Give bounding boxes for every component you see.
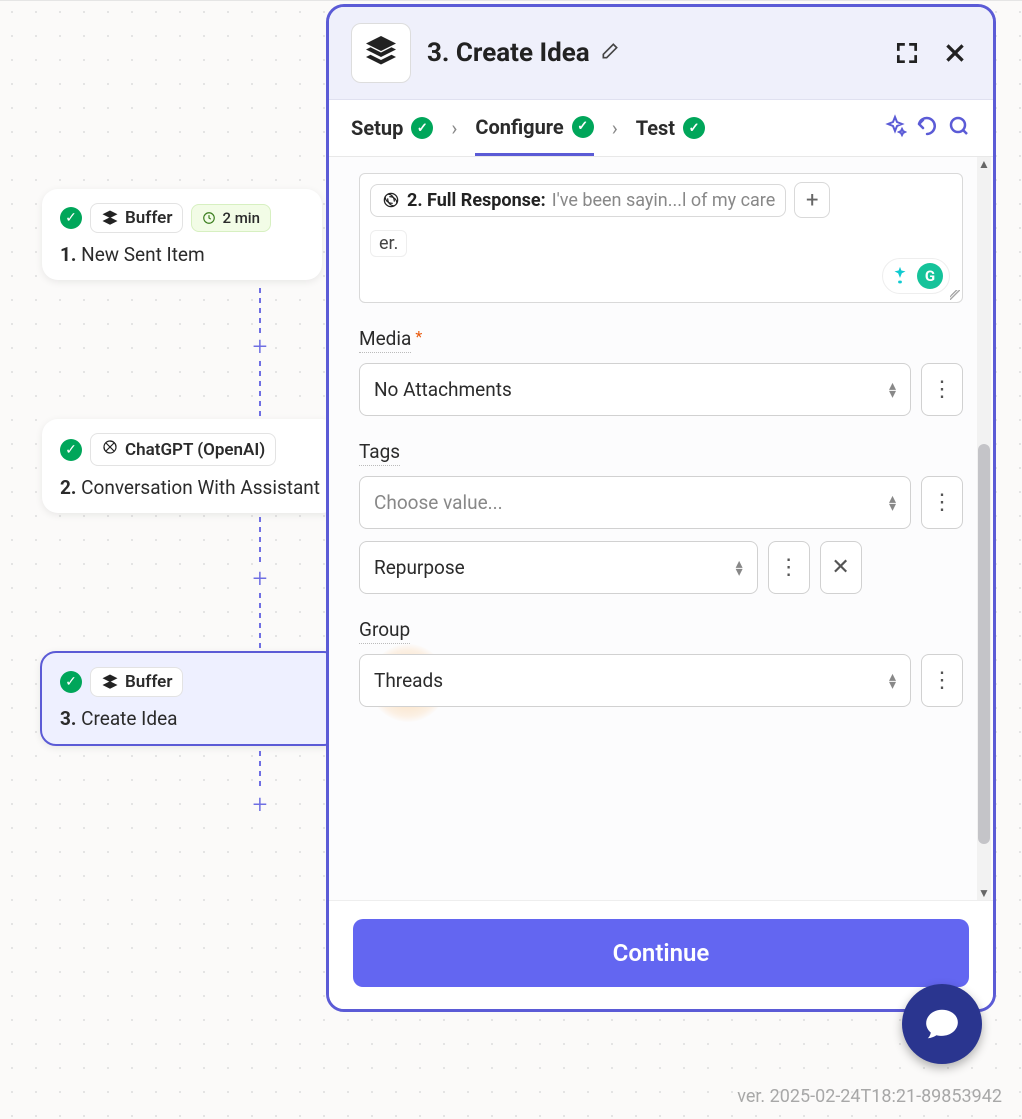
panel-tabs: Setup ✓ › Configure ✓ › Test ✓ — [329, 100, 993, 157]
buffer-icon — [101, 209, 119, 227]
field-options-button[interactable]: ⋮ — [921, 476, 963, 529]
buffer-icon — [101, 673, 119, 691]
node-title: 1. New Sent Item — [60, 243, 304, 266]
add-step-button[interactable]: + — [246, 333, 274, 361]
required-indicator: * — [415, 327, 422, 346]
check-icon: ✓ — [683, 117, 705, 139]
field-options-button[interactable]: ⋮ — [921, 654, 963, 707]
text-fragment: er. — [370, 230, 407, 257]
add-step-button[interactable]: + — [246, 791, 274, 819]
scroll-up-icon[interactable]: ▲ — [977, 157, 991, 171]
media-select[interactable]: No Attachments ▴▾ — [359, 363, 911, 416]
time-badge: 2 min — [191, 204, 271, 232]
remove-tag-button[interactable]: ✕ — [820, 541, 862, 594]
panel-app-icon-box — [351, 23, 411, 83]
continue-button[interactable]: Continue — [353, 919, 969, 987]
undo-icon[interactable] — [915, 114, 939, 156]
check-icon: ✓ — [411, 117, 433, 139]
configure-panel: 3. Create Idea Setup ✓ › Configure ✓ › T… — [326, 4, 996, 1012]
select-arrows-icon: ▴▾ — [889, 673, 896, 689]
time-label: 2 min — [222, 209, 260, 227]
select-arrows-icon: ▴▾ — [889, 495, 896, 511]
connector-line — [259, 361, 261, 416]
scroll-down-icon[interactable]: ▼ — [977, 886, 991, 900]
app-label: Buffer — [125, 208, 172, 228]
tags-select[interactable]: Choose value... ▴▾ — [359, 476, 911, 529]
node-title: 3. Create Idea — [60, 707, 320, 730]
app-badge-chatgpt: ChatGPT (OpenAI) — [90, 433, 276, 466]
group-select[interactable]: Threads ▴▾ — [359, 654, 911, 707]
media-label: Media — [359, 327, 411, 353]
select-arrows-icon: ▴▾ — [889, 382, 896, 398]
app-badge-buffer: Buffer — [90, 667, 183, 697]
workflow-node-2[interactable]: ✓ ChatGPT (OpenAI) 2. Conversation With … — [42, 419, 338, 513]
data-token[interactable]: 2. Full Response: I've been sayin...l of… — [370, 184, 786, 217]
close-icon[interactable] — [939, 37, 971, 69]
tab-setup[interactable]: Setup ✓ — [351, 116, 433, 154]
chatgpt-icon — [101, 438, 119, 461]
buffer-icon — [363, 33, 399, 73]
panel-header: 3. Create Idea — [329, 7, 993, 100]
status-check-icon: ✓ — [60, 207, 82, 229]
add-step-button[interactable]: + — [246, 565, 274, 593]
resize-handle[interactable] — [946, 286, 960, 300]
tags-label: Tags — [359, 440, 400, 466]
chat-fab[interactable] — [902, 984, 982, 1064]
app-badge-buffer: Buffer — [90, 203, 183, 233]
token-preview: I've been sayin...l of my care — [552, 190, 776, 211]
connector-line — [259, 288, 261, 333]
search-icon[interactable] — [947, 114, 971, 156]
select-arrows-icon: ▴▾ — [736, 560, 743, 576]
status-check-icon: ✓ — [60, 671, 82, 693]
grammarly-icon: G — [917, 263, 943, 289]
grammarly-widget[interactable]: G — [882, 258, 950, 294]
tag-value-select[interactable]: Repurpose ▴▾ — [359, 541, 758, 594]
chatgpt-icon — [381, 190, 401, 210]
chevron-right-icon: › — [602, 116, 628, 154]
scroll-thumb[interactable] — [978, 444, 990, 844]
add-token-button[interactable]: + — [794, 182, 830, 218]
workflow-node-3-selected[interactable]: ✓ Buffer 3. Create Idea — [40, 651, 340, 746]
workflow-node-1[interactable]: ✓ Buffer 2 min 1. New Sent Item — [42, 189, 322, 280]
chat-icon — [923, 1005, 961, 1043]
scrollbar[interactable]: ▲ ▼ — [977, 157, 991, 900]
tab-test[interactable]: Test ✓ — [636, 116, 705, 154]
check-icon: ✓ — [572, 116, 594, 138]
panel-title-text: 3. Create Idea — [427, 38, 590, 68]
connector-line — [259, 751, 261, 791]
bulb-icon — [889, 265, 911, 287]
tag-options-button[interactable]: ⋮ — [768, 541, 810, 594]
field-options-button[interactable]: ⋮ — [921, 363, 963, 416]
connector-line — [259, 517, 261, 565]
chevron-right-icon: › — [441, 116, 467, 154]
app-label: ChatGPT (OpenAI) — [125, 440, 265, 460]
group-label: Group — [359, 618, 410, 644]
edit-icon[interactable] — [600, 41, 620, 66]
tab-configure[interactable]: Configure ✓ — [475, 115, 593, 156]
node-title: 2. Conversation With Assistant — [60, 476, 320, 499]
status-check-icon: ✓ — [60, 439, 82, 461]
version-label: ver. 2025-02-24T18:21-89853942 — [737, 1086, 1002, 1107]
token-label: 2. Full Response: — [407, 190, 546, 211]
text-input-area[interactable]: 2. Full Response: I've been sayin...l of… — [359, 173, 963, 303]
app-label: Buffer — [125, 672, 172, 692]
sparkle-icon[interactable] — [883, 114, 907, 156]
panel-footer: Continue — [329, 900, 993, 1009]
expand-icon[interactable] — [891, 37, 923, 69]
connector-line — [259, 593, 261, 648]
